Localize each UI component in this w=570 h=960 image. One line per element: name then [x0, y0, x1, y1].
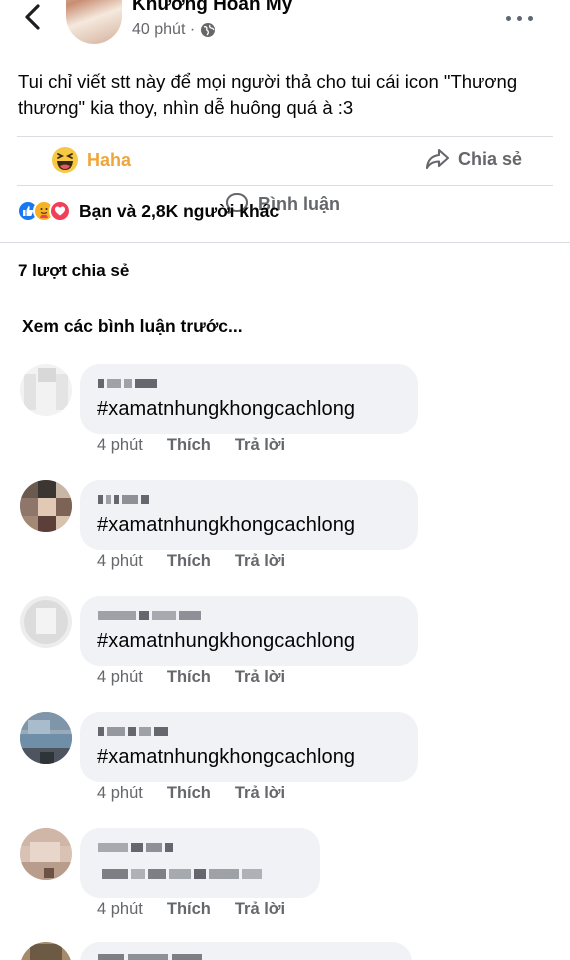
- comment-time[interactable]: 4 phút: [97, 900, 143, 919]
- share-label: Chia sẻ: [458, 148, 523, 169]
- share-count[interactable]: 7 lượt chia sẻ: [18, 261, 129, 281]
- post-meta: 40 phút ·: [132, 21, 216, 39]
- comment-meta: 4 phút Thích Trả lời: [97, 784, 309, 803]
- action-bar: Haha Bình luận Chia sẻ: [17, 136, 553, 215]
- share-arrow-icon: [425, 148, 450, 170]
- comment-meta: 4 phút Thích Trả lời: [97, 552, 309, 571]
- divider: [0, 242, 570, 243]
- comment-reply-button[interactable]: Trả lời: [235, 552, 285, 571]
- commenter-avatar[interactable]: [20, 828, 72, 880]
- commenter-name-blurred[interactable]: [98, 726, 168, 736]
- haha-emoji-icon: [52, 147, 78, 173]
- love-icon: [49, 200, 71, 222]
- comment-like-button[interactable]: Thích: [167, 436, 211, 455]
- comment-text: #xamatnhungkhongcachlong: [97, 746, 356, 768]
- comment-item: #xamatnhungkhongcachlong 4 phút Thích Tr…: [0, 596, 570, 712]
- comment-item: #xamatnhungkhongcachlong 4 phút Thích Tr…: [0, 712, 570, 828]
- comment-bubble[interactable]: #xamatnhungkhongcachlong: [80, 712, 418, 782]
- comment-time[interactable]: 4 phút: [97, 784, 143, 803]
- comment-item: #xamatnhungkhongcachlong 4 phút Thích Tr…: [0, 480, 570, 596]
- post-time[interactable]: 40 phút ·: [132, 21, 195, 39]
- comment-bubble[interactable]: #xamatnhungkhongcachlong: [80, 480, 418, 550]
- comment-bubble[interactable]: #xamatnhungkhongcachlong: [80, 596, 418, 666]
- comment-item: 4 phút Thích Trả lời: [0, 828, 570, 944]
- comment-bubble[interactable]: #xamatnhungkhongcachlong: [80, 364, 418, 434]
- comment-reply-button[interactable]: Trả lời: [235, 668, 285, 687]
- back-arrow-icon[interactable]: [22, 3, 44, 31]
- reaction-summary[interactable]: Bạn và 2,8K người khác: [17, 200, 279, 222]
- comment-like-button[interactable]: Thích: [167, 900, 211, 919]
- comment-time[interactable]: 4 phút: [97, 552, 143, 571]
- reactions-count: Bạn và 2,8K người khác: [79, 200, 280, 221]
- comment-reply-button[interactable]: Trả lời: [235, 436, 285, 455]
- commenter-avatar[interactable]: [20, 712, 72, 764]
- commenter-name-blurred[interactable]: [98, 954, 202, 960]
- commenter-name-blurred[interactable]: [98, 378, 157, 388]
- commenter-avatar[interactable]: [20, 942, 72, 960]
- commenter-avatar[interactable]: [20, 364, 72, 416]
- author-name[interactable]: Khương Hoàn My: [132, 0, 292, 16]
- commenter-avatar[interactable]: [20, 480, 72, 532]
- haha-button[interactable]: Haha: [51, 146, 131, 174]
- globe-icon: [201, 23, 216, 37]
- comment-time[interactable]: 4 phút: [97, 436, 143, 455]
- comment-reply-button[interactable]: Trả lời: [235, 900, 285, 919]
- comment-item-partial: [0, 942, 570, 960]
- comment-time[interactable]: 4 phút: [97, 668, 143, 687]
- commenter-name-blurred[interactable]: [98, 610, 201, 620]
- comment-bubble[interactable]: [80, 828, 320, 898]
- comment-meta: 4 phút Thích Trả lời: [97, 436, 309, 455]
- more-options-icon[interactable]: [506, 10, 550, 26]
- share-button[interactable]: Chia sẻ: [424, 146, 522, 172]
- post-header: Khương Hoàn My 40 phút ·: [0, 0, 570, 50]
- comment-text: #xamatnhungkhongcachlong: [97, 398, 356, 420]
- view-previous-comments-link[interactable]: Xem các bình luận trước...: [22, 316, 243, 337]
- comment-item: #xamatnhungkhongcachlong 4 phút Thích Tr…: [0, 364, 570, 480]
- author-avatar[interactable]: [66, 0, 122, 44]
- comment-bubble[interactable]: [80, 942, 412, 960]
- comment-text: #xamatnhungkhongcachlong: [97, 514, 356, 536]
- haha-label: Haha: [87, 149, 132, 170]
- comment-text-blurred: [102, 868, 262, 880]
- commenter-avatar[interactable]: [20, 596, 72, 648]
- post-text: Tui chỉ viết stt này để mọi người thả ch…: [18, 71, 518, 118]
- commenter-name-blurred[interactable]: [98, 842, 173, 852]
- comment-text: #xamatnhungkhongcachlong: [97, 630, 356, 652]
- comment-like-button[interactable]: Thích: [167, 552, 211, 571]
- comment-like-button[interactable]: Thích: [167, 784, 211, 803]
- commenter-name-blurred[interactable]: [98, 494, 149, 504]
- comment-like-button[interactable]: Thích: [167, 668, 211, 687]
- comment-reply-button[interactable]: Trả lời: [235, 784, 285, 803]
- comment-meta: 4 phút Thích Trả lời: [97, 900, 309, 919]
- comment-meta: 4 phút Thích Trả lời: [97, 668, 309, 687]
